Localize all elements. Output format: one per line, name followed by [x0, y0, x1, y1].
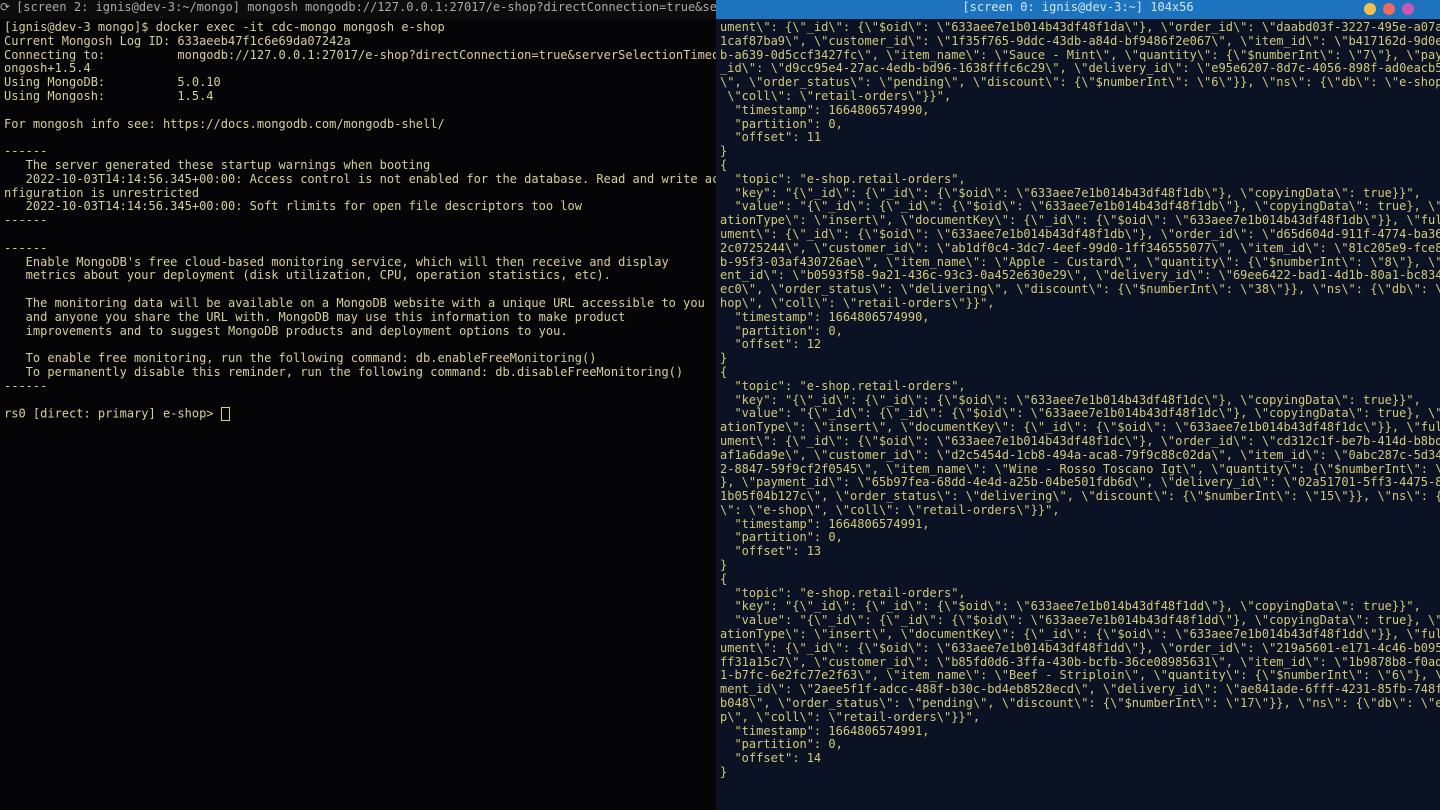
term-line: The server generated these startup warni…: [4, 158, 430, 172]
term-line: 2-8847-59f9cf2f0545\", \"item_name\": \"…: [720, 462, 1440, 476]
term-line: "partition": 0,: [720, 737, 843, 751]
term-line: \", \"order_status\": \"pending\", \"dis…: [720, 75, 1440, 89]
term-line: 1-b7fc-6e2fc77e2f63\", \"item_name\": \"…: [720, 668, 1440, 682]
term-line: Enable MongoDB's free cloud-based monito…: [4, 255, 669, 269]
term-line: "timestamp": 1664806574990,: [720, 310, 930, 324]
term-line: To permanently disable this reminder, ru…: [4, 365, 683, 379]
term-line: _id\": \"d9cc95e4-27ac-4edb-bd96-1638fff…: [720, 61, 1440, 75]
terminal-window-right[interactable]: [screen 0: ignis@dev-3:~] 104x56 ument\"…: [716, 0, 1440, 810]
term-line: Using MongoDB: 5.0.10: [4, 75, 221, 89]
term-line: Current Mongosh Log ID: 633aeeb47f1c6e69…: [4, 34, 351, 48]
term-line: For mongosh info see: https://docs.mongo…: [4, 117, 445, 131]
term-line: \"coll\": \"retail-orders\"}}",: [720, 89, 951, 103]
cursor-icon: [221, 407, 230, 421]
term-line: ------: [4, 144, 47, 158]
terminal-window-left[interactable]: ⟳ [screen 2: ignis@dev-3:~/mongo] mongos…: [0, 0, 716, 810]
term-line: }: [720, 144, 727, 158]
term-line: {: [720, 572, 727, 586]
term-line: metrics about your deployment (disk util…: [4, 268, 611, 282]
term-line: "topic": "e-shop.retail-orders",: [720, 586, 966, 600]
term-line: "offset": 12: [720, 337, 821, 351]
term-line: "offset": 14: [720, 751, 821, 765]
close-icon[interactable]: [1383, 3, 1395, 15]
term-line: ument\": {\"_id\": {\"$oid\": \"633aee7e…: [720, 641, 1440, 655]
term-line: b-a639-0d5ccf3427fc\", \"item_name\": \"…: [720, 48, 1440, 62]
term-line: b-95f3-03af430726ae\", \"item_name\": \"…: [720, 255, 1440, 269]
term-line: ationType\": \"insert\", \"documentKey\"…: [720, 627, 1440, 641]
term-line: ationType\": \"insert\", \"documentKey\"…: [720, 420, 1440, 434]
term-line: {: [720, 158, 727, 172]
term-line: "key": "{\"_id\": {\"_id\": {\"$oid\": \…: [720, 393, 1421, 407]
term-line: hop\", \"coll\": \"retail-orders\"}}",: [720, 296, 995, 310]
reload-icon[interactable]: ⟳: [0, 1, 10, 19]
term-line: "timestamp": 1664806574991,: [720, 724, 930, 738]
minimize-icon[interactable]: [1364, 3, 1376, 15]
term-line: "offset": 11: [720, 130, 821, 144]
prompt[interactable]: rs0 [direct: primary] e-shop>: [4, 407, 221, 421]
term-line: 2022-10-03T14:14:56.345+00:00: Soft rlim…: [4, 199, 582, 213]
terminal-body-left[interactable]: [ignis@dev-3 mongo]$ docker exec -it cdc…: [0, 19, 716, 422]
term-line: improvements and to suggest MongoDB prod…: [4, 324, 568, 338]
term-line: ment_id\": \"2aee5f1f-adcc-488f-b30c-bd4…: [720, 682, 1440, 696]
term-line: and anyone you share the URL with. Mongo…: [4, 310, 625, 324]
term-line: "topic": "e-shop.retail-orders",: [720, 172, 966, 186]
term-line: }, \"payment_id\": \"65b97fea-68dd-4e4d-…: [720, 475, 1440, 489]
term-line: "key": "{\"_id\": {\"_id\": {\"$oid\": \…: [720, 186, 1421, 200]
term-line: ument\": {\"_id\": {\"$oid\": \"633aee7e…: [720, 434, 1440, 448]
term-line: "offset": 13: [720, 544, 821, 558]
window-titlebar-left[interactable]: ⟳ [screen 2: ignis@dev-3:~/mongo] mongos…: [0, 0, 716, 19]
term-line: "partition": 0,: [720, 530, 843, 544]
term-line: "timestamp": 1664806574991,: [720, 517, 930, 531]
term-line: "partition": 0,: [720, 117, 843, 131]
term-line: [ignis@dev-3 mongo]$ docker exec -it cdc…: [4, 20, 445, 34]
term-line: "value": "{\"_id\": {\"_id\": {\"$oid\":…: [720, 613, 1440, 627]
term-line: ationType\": \"insert\", \"documentKey\"…: [720, 213, 1440, 227]
term-line: 2022-10-03T14:14:56.345+00:00: Access co…: [4, 172, 716, 186]
term-line: ument\": {\"_id\": {\"$oid\": \"633aee7e…: [720, 227, 1440, 241]
term-line: Using Mongosh: 1.5.4: [4, 89, 214, 103]
term-line: }: [720, 558, 727, 572]
term-line: }: [720, 765, 727, 779]
term-line: ongosh+1.5.4: [4, 61, 91, 75]
term-line: ------: [4, 379, 47, 393]
term-line: "value": "{\"_id\": {\"_id\": {\"$oid\":…: [720, 406, 1440, 420]
term-line: "timestamp": 1664806574990,: [720, 103, 930, 117]
term-line: }: [720, 351, 727, 365]
term-line: \": \"e-shop\", \"coll\": \"retail-order…: [720, 503, 1060, 517]
term-line: {: [720, 365, 727, 379]
window-title: [screen 2: ignis@dev-3:~/mongo] mongosh …: [10, 1, 716, 19]
term-line: af1a6da9e\", \"customer_id\": \"d2c5454d…: [720, 448, 1440, 462]
window-controls[interactable]: [1364, 3, 1414, 15]
term-line: b048\", \"order_status\": \"pending\", \…: [720, 696, 1440, 710]
terminal-body-right[interactable]: ument\": {\"_id\": {\"$oid\": \"633aee7e…: [716, 19, 1440, 780]
term-line: ------: [4, 213, 47, 227]
zoom-icon[interactable]: [1402, 3, 1414, 15]
window-titlebar-right[interactable]: [screen 0: ignis@dev-3:~] 104x56: [716, 0, 1440, 19]
term-line: ent_id\": \"b0593f58-9a21-436c-93c3-0a45…: [720, 268, 1440, 282]
term-line: "partition": 0,: [720, 324, 843, 338]
term-line: To enable free monitoring, run the follo…: [4, 351, 596, 365]
term-line: Connecting to: mongodb://127.0.0.1:27017…: [4, 48, 716, 62]
term-line: 2c0725244\", \"customer_id\": \"ab1df0c4…: [720, 241, 1440, 255]
term-line: 1b05f04b127c\", \"order_status\": \"deli…: [720, 489, 1440, 503]
term-line: p\", \"coll\": \"retail-orders\"}}",: [720, 710, 980, 724]
term-line: "value": "{\"_id\": {\"_id\": {\"$oid\":…: [720, 199, 1440, 213]
term-line: nfiguration is unrestricted: [4, 186, 199, 200]
term-line: The monitoring data will be available on…: [4, 296, 705, 310]
term-line: ument\": {\"_id\": {\"$oid\": \"633aee7e…: [720, 20, 1440, 34]
term-line: ------: [4, 241, 47, 255]
term-line: ff31a15c7\", \"customer_id\": \"b85fd0d6…: [720, 655, 1440, 669]
term-line: 1caf87ba9\", \"customer_id\": \"1f35f765…: [720, 34, 1440, 48]
term-line: "key": "{\"_id\": {\"_id\": {\"$oid\": \…: [720, 599, 1421, 613]
term-line: ec0\", \"order_status\": \"delivering\",…: [720, 282, 1440, 296]
window-title: [screen 0: ignis@dev-3:~] 104x56: [716, 1, 1440, 15]
term-line: "topic": "e-shop.retail-orders",: [720, 379, 966, 393]
